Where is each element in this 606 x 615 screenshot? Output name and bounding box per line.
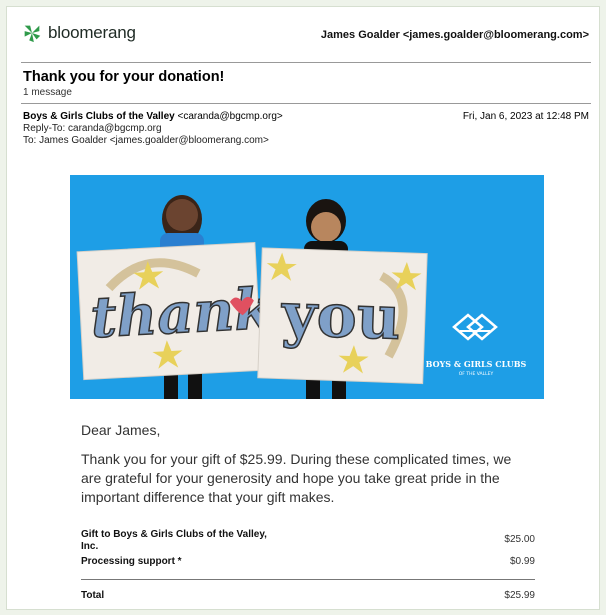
item-amount: $0.99 [509, 556, 535, 567]
sender: Boys & Girls Clubs of the Valley <carand… [23, 111, 283, 122]
divider [21, 62, 591, 63]
message-paragraph: Thank you for your gift of $25.99. Durin… [81, 451, 512, 505]
message-count: 1 message [23, 87, 72, 98]
item-label: Processing support * [81, 556, 182, 567]
greeting: Dear James, [81, 422, 161, 438]
brand-logo[interactable]: bloomerang [21, 22, 136, 44]
email-subject: Thank you for your donation! [23, 69, 225, 85]
account-email[interactable]: James Goalder <james.goalder@bloomerang.… [321, 29, 589, 41]
sign-you: you [280, 280, 402, 354]
bgc-logo-subtext: OF THE VALLEY [459, 371, 494, 377]
item-amount: $25.00 [504, 534, 535, 545]
divider [21, 103, 591, 104]
sent-date: Fri, Jan 6, 2023 at 12:48 PM [462, 111, 589, 122]
gift-summary-table: Gift to Boys & Girls Clubs of the Valley… [81, 529, 535, 601]
mail-header: bloomerang James Goalder <james.goalder@… [7, 7, 599, 61]
bgc-logo-text: BOYS & GIRLS CLUBS [426, 359, 527, 369]
brand-name: bloomerang [48, 23, 136, 42]
bloomerang-logo-icon [24, 25, 41, 43]
table-row: Processing support * $0.99 [81, 556, 535, 576]
sender-name: Boys & Girls Clubs of the Valley [23, 111, 175, 122]
total-amount: $25.99 [504, 590, 535, 601]
recipient: To: James Goalder <james.goalder@bloomer… [23, 135, 269, 146]
sign-thank: thank [89, 276, 275, 351]
reply-to: Reply-To: caranda@bgcmp.org [23, 123, 162, 134]
item-label: Gift to Boys & Girls Clubs of the Valley… [81, 529, 267, 552]
total-row: Total $25.99 [81, 580, 535, 601]
email-window: bloomerang James Goalder <james.goalder@… [6, 6, 600, 610]
table-row: Gift to Boys & Girls Clubs of the Valley… [81, 529, 535, 556]
hero-image: thank you BOYS & GIRLS CLUBS OF THE VALL… [70, 175, 544, 399]
total-label: Total [81, 590, 105, 601]
sender-email[interactable]: <caranda@bgcmp.org> [178, 111, 283, 122]
